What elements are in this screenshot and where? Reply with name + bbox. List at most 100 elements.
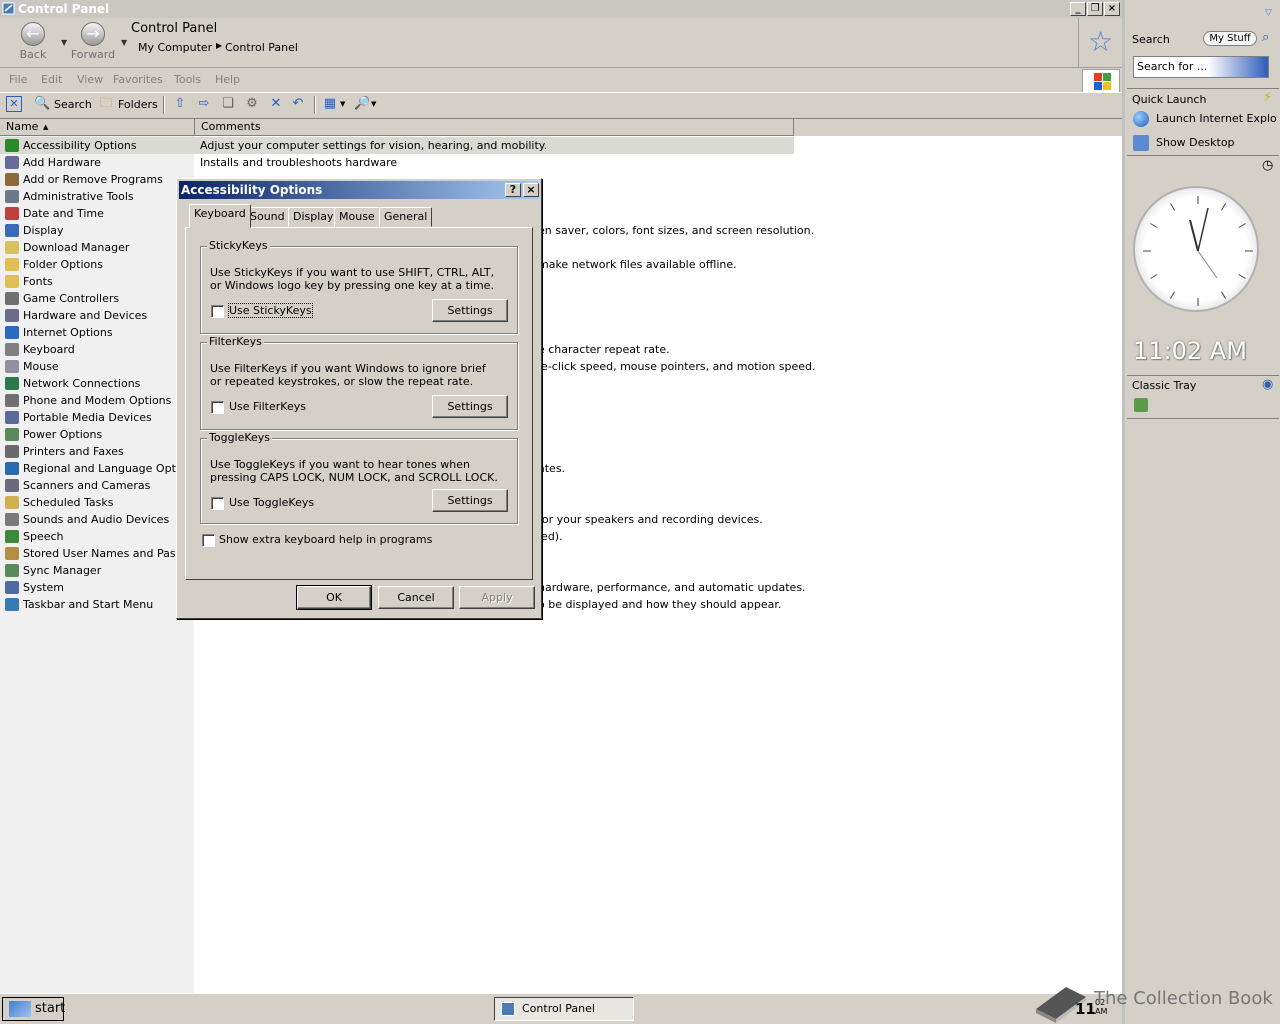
move-to-icon[interactable]: ⇨: [196, 96, 212, 112]
list-item[interactable]: Internet Options: [0, 324, 1122, 341]
dialog-close-button[interactable]: ×: [523, 183, 539, 197]
stickykeys-checkbox-label[interactable]: Use StickyKeys: [228, 303, 313, 318]
list-item[interactable]: Keyboard e character repeat rate.: [0, 341, 1122, 358]
forward-button[interactable]: → Forward: [68, 22, 118, 66]
list-item[interactable]: Fonts: [0, 273, 1122, 290]
list-item[interactable]: Mouse le-click speed, mouse pointers, and…: [0, 358, 1122, 375]
forward-dropdown-icon[interactable]: ▼: [121, 38, 127, 47]
start-button[interactable]: start: [2, 997, 65, 1021]
breadcrumb-control-panel[interactable]: Control Panel: [225, 41, 298, 54]
list-item[interactable]: Regional and Language Options ates.: [0, 460, 1122, 477]
list-item[interactable]: Sounds and Audio Devices for your speaker…: [0, 511, 1122, 528]
search-button[interactable]: Search: [54, 98, 92, 111]
list-item[interactable]: Game Controllers: [0, 290, 1122, 307]
filterkeys-checkbox-label[interactable]: Use FilterKeys: [229, 400, 306, 413]
extra-help-checkbox-label[interactable]: Show extra keyboard help in programs: [219, 533, 432, 546]
ok-button[interactable]: OK: [296, 585, 372, 610]
dialog-titlebar[interactable]: Accessibility Options ? ×: [179, 181, 539, 199]
list-item[interactable]: Accessibility Options Adjust your compute…: [0, 137, 1122, 154]
views-icon[interactable]: ▦: [322, 96, 338, 112]
list-item[interactable]: Power Options: [0, 426, 1122, 443]
back-button[interactable]: ← Back: [8, 22, 58, 66]
list-item[interactable]: Scanners and Cameras: [0, 477, 1122, 494]
list-item[interactable]: Date and Time: [0, 205, 1122, 222]
properties-icon[interactable]: ⚙: [244, 96, 260, 112]
togglekeys-checkbox[interactable]: [211, 497, 224, 510]
list-item[interactable]: Add or Remove Programs: [0, 171, 1122, 188]
tab-display[interactable]: Display: [288, 207, 339, 227]
window-titlebar[interactable]: Control Panel _ ❐ ×: [0, 0, 1122, 18]
list-item[interactable]: Speech led).: [0, 528, 1122, 545]
list-item[interactable]: Printers and Faxes: [0, 443, 1122, 460]
delete-icon[interactable]: ✕: [268, 96, 284, 112]
back-dropdown-icon[interactable]: ▼: [61, 38, 67, 47]
apply-button[interactable]: Apply: [459, 586, 535, 609]
list-item[interactable]: Display en saver, colors, font sizes, and…: [0, 222, 1122, 239]
help-button[interactable]: ?: [505, 183, 521, 197]
menu-favorites[interactable]: Favorites: [113, 73, 163, 86]
filterkeys-settings-button[interactable]: Settings: [432, 395, 508, 418]
tab-mouse[interactable]: Mouse: [334, 207, 380, 227]
list-item[interactable]: Stored User Names and Passwo: [0, 545, 1122, 562]
control-panel-task-icon: [501, 1002, 515, 1016]
stickykeys-checkbox[interactable]: [211, 305, 224, 318]
extra-help-checkbox[interactable]: [202, 534, 215, 547]
taskbar-control-panel-button[interactable]: Control Panel: [494, 997, 634, 1021]
menu-view[interactable]: View: [77, 73, 103, 86]
up-folder-icon[interactable]: ⇧: [172, 96, 188, 112]
togglekeys-checkbox-label[interactable]: Use ToggleKeys: [229, 496, 314, 509]
list-item[interactable]: Scheduled Tasks: [0, 494, 1122, 511]
list-item-comment: le-click speed, mouse pointers, and moti…: [538, 360, 816, 373]
my-stuff-button[interactable]: My Stuff: [1203, 31, 1257, 46]
menu-file[interactable]: File: [9, 73, 27, 86]
menu-edit[interactable]: Edit: [41, 73, 62, 86]
list-item[interactable]: Download Manager: [0, 239, 1122, 256]
breadcrumb-my-computer[interactable]: My Computer: [138, 41, 212, 54]
folders-icon[interactable]: 🗀: [98, 96, 114, 112]
list-item[interactable]: Hardware and Devices: [0, 307, 1122, 324]
list-item[interactable]: Portable Media Devices: [0, 409, 1122, 426]
sidebar-collapse-icon[interactable]: ▽: [1265, 8, 1272, 18]
control-panel-item-icon: [5, 360, 19, 373]
tab-sound[interactable]: Sound: [245, 207, 290, 227]
views-dropdown-icon[interactable]: ▼: [340, 100, 345, 108]
list-item[interactable]: Folder Options make network files availab…: [0, 256, 1122, 273]
clock-settings-icon[interactable]: ◷: [1262, 158, 1273, 173]
tab-general[interactable]: General: [379, 207, 433, 227]
tray-clock-hour[interactable]: 11: [1075, 1000, 1096, 1018]
close-pane-icon[interactable]: ✕: [6, 96, 22, 112]
favorites-star-icon[interactable]: ☆: [1078, 18, 1122, 68]
minimize-button[interactable]: _: [1070, 2, 1086, 16]
column-header-name[interactable]: Name ▲: [0, 119, 195, 136]
cancel-button[interactable]: Cancel: [378, 586, 454, 609]
menu-tools[interactable]: Tools: [174, 73, 201, 86]
folders-button[interactable]: Folders: [118, 98, 158, 111]
undo-icon[interactable]: ↶: [290, 96, 306, 112]
search-magnifier-icon[interactable]: ⌕: [1262, 30, 1269, 45]
close-button[interactable]: ×: [1104, 2, 1120, 16]
restore-button[interactable]: ❐: [1087, 2, 1103, 16]
stickykeys-settings-button[interactable]: Settings: [432, 299, 508, 322]
list-item[interactable]: Network Connections: [0, 375, 1122, 392]
list-item[interactable]: Administrative Tools: [0, 188, 1122, 205]
search-icon[interactable]: 🔍: [34, 96, 50, 112]
tray-network-icon[interactable]: [1134, 398, 1148, 412]
quick-launch-internet-explorer[interactable]: Launch Internet Explore: [1156, 112, 1276, 125]
list-item[interactable]: Phone and Modem Options: [0, 392, 1122, 409]
list-item[interactable]: Taskbar and Start Menu o be displayed and…: [0, 596, 1122, 613]
sidebar-search-input[interactable]: Search for ...: [1133, 56, 1269, 78]
list-item[interactable]: System hardware, performance, and automat…: [0, 579, 1122, 596]
tab-keyboard[interactable]: Keyboard: [189, 204, 251, 228]
copy-to-icon[interactable]: ❏: [220, 96, 236, 112]
menu-help[interactable]: Help: [215, 73, 240, 86]
column-header-comments[interactable]: Comments: [195, 119, 794, 136]
list-item[interactable]: Sync Manager: [0, 562, 1122, 579]
quick-launch-show-desktop[interactable]: Show Desktop: [1156, 136, 1276, 149]
list-item[interactable]: Add Hardware Installs and troubleshoots h…: [0, 154, 1122, 171]
togglekeys-settings-button[interactable]: Settings: [432, 489, 508, 512]
search-options-dropdown-icon[interactable]: ▼: [371, 100, 376, 108]
list-item-name: Taskbar and Start Menu: [23, 598, 154, 611]
search-options-icon[interactable]: 🔎: [354, 96, 370, 112]
filterkeys-checkbox[interactable]: [211, 401, 224, 414]
tray-settings-icon[interactable]: ◉: [1262, 377, 1273, 392]
